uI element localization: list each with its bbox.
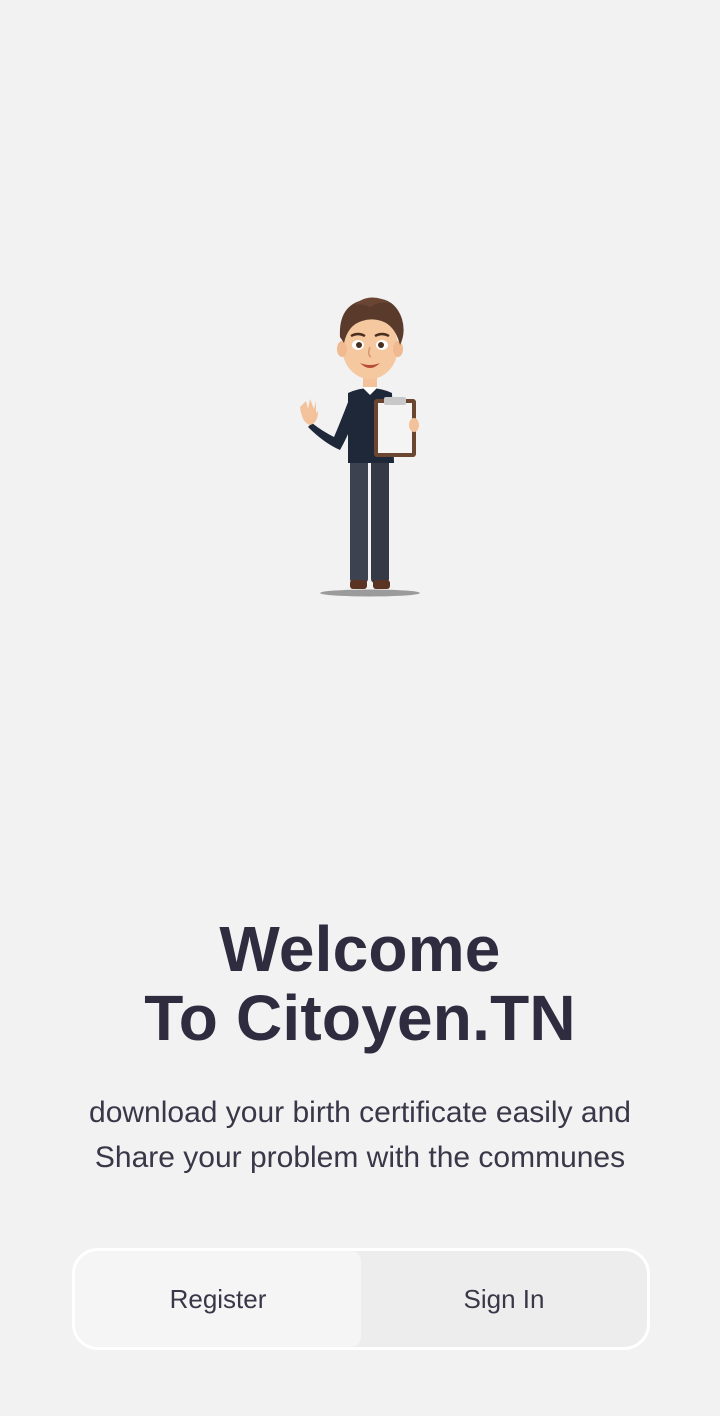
welcome-heading-line2: To Citoyen.TN <box>144 982 576 1054</box>
register-button[interactable]: Register <box>75 1251 361 1347</box>
welcome-description: download your birth certificate easily a… <box>40 1090 680 1180</box>
sign-in-button[interactable]: Sign In <box>361 1251 647 1347</box>
welcome-heading: Welcome To Citoyen.TN <box>0 915 720 1053</box>
welcome-description-line1: download your birth certificate easily a… <box>89 1096 631 1129</box>
auth-segmented-control: Register Sign In <box>72 1248 650 1350</box>
welcome-description-line2: Share your problem with the communes <box>94 1141 626 1174</box>
welcome-heading-line1: Welcome <box>219 913 501 985</box>
welcome-screen: Welcome To Citoyen.TN download your birt… <box>0 0 720 1416</box>
man-with-clipboard-illustration <box>270 285 440 605</box>
